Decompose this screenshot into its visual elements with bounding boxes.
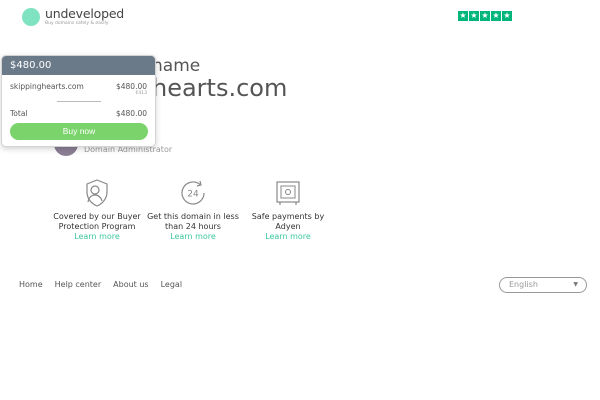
cart-popup: $480.00 skippinghearts.com $480.00 €413 …	[1, 55, 156, 147]
cart-header-price: $480.00	[2, 56, 155, 75]
language-select[interactable]: English ▼	[499, 277, 587, 293]
footer-link-about-us[interactable]: About us	[113, 280, 148, 289]
hero-domain-title: hearts.com	[152, 74, 288, 102]
site-header: undeveloped Buy domains safely & easily …	[0, 0, 600, 36]
feature-title-line2: than 24 hours	[165, 222, 221, 231]
feature-title-line1: Covered by our Buyer	[53, 212, 141, 221]
language-value: English	[509, 280, 538, 289]
cart-item-row: skippinghearts.com $480.00 €413	[2, 75, 155, 96]
logo-tagline: Buy domains safely & easily	[45, 21, 109, 26]
cart-divider	[57, 101, 101, 102]
footer-link-legal[interactable]: Legal	[161, 280, 182, 289]
feature-title-line2: Adyen	[275, 222, 301, 231]
feature-title-line1: Safe payments by	[251, 212, 325, 221]
cart-item-price: $480.00	[115, 82, 147, 91]
logo-circle-icon	[22, 8, 40, 26]
secure-vault-icon	[276, 181, 300, 205]
site-logo[interactable]: undeveloped Buy domains safely & easily	[22, 7, 124, 26]
footer-nav: Home Help center About us Legal	[19, 280, 182, 289]
learn-more-link[interactable]: Learn more	[143, 232, 243, 242]
chevron-down-icon: ▼	[573, 281, 578, 288]
logo-text: undeveloped Buy domains safely & easily	[45, 7, 124, 26]
star-icon: ★	[458, 11, 468, 21]
trustpilot-rating[interactable]: ★ ★ ★ ★ ★	[458, 11, 512, 21]
feature-buyer-protection: Covered by our Buyer Protection Program …	[47, 178, 147, 242]
learn-more-link[interactable]: Learn more	[238, 232, 338, 242]
buy-now-button[interactable]: Buy now	[10, 123, 148, 140]
feature-title-line2: Protection Program	[58, 222, 136, 231]
star-icon: ★	[502, 11, 512, 21]
24-hour-clock-icon: 24	[181, 180, 205, 205]
feature-safe-payments: Safe payments by Adyen Learn more	[238, 178, 338, 242]
feature-fast-transfer: 24 Get this domain in less than 24 hours…	[143, 178, 243, 242]
star-icon: ★	[480, 11, 490, 21]
cart-total-label: Total	[10, 109, 28, 118]
footer-link-help-center[interactable]: Help center	[55, 280, 102, 289]
hero-subtitle: name	[152, 56, 201, 76]
star-icon: ★	[469, 11, 479, 21]
svg-text:24: 24	[187, 190, 199, 200]
cart-total-value: $480.00	[115, 109, 147, 118]
cart-item-sub-price: €413	[135, 91, 147, 96]
cart-item-name: skippinghearts.com	[10, 82, 84, 91]
footer-link-home[interactable]: Home	[19, 280, 43, 289]
feature-title-line1: Get this domain in less	[147, 212, 239, 221]
learn-more-link[interactable]: Learn more	[47, 232, 147, 242]
protection-user-icon	[86, 179, 108, 207]
logo-word: undeveloped	[45, 6, 125, 21]
star-icon: ★	[491, 11, 501, 21]
